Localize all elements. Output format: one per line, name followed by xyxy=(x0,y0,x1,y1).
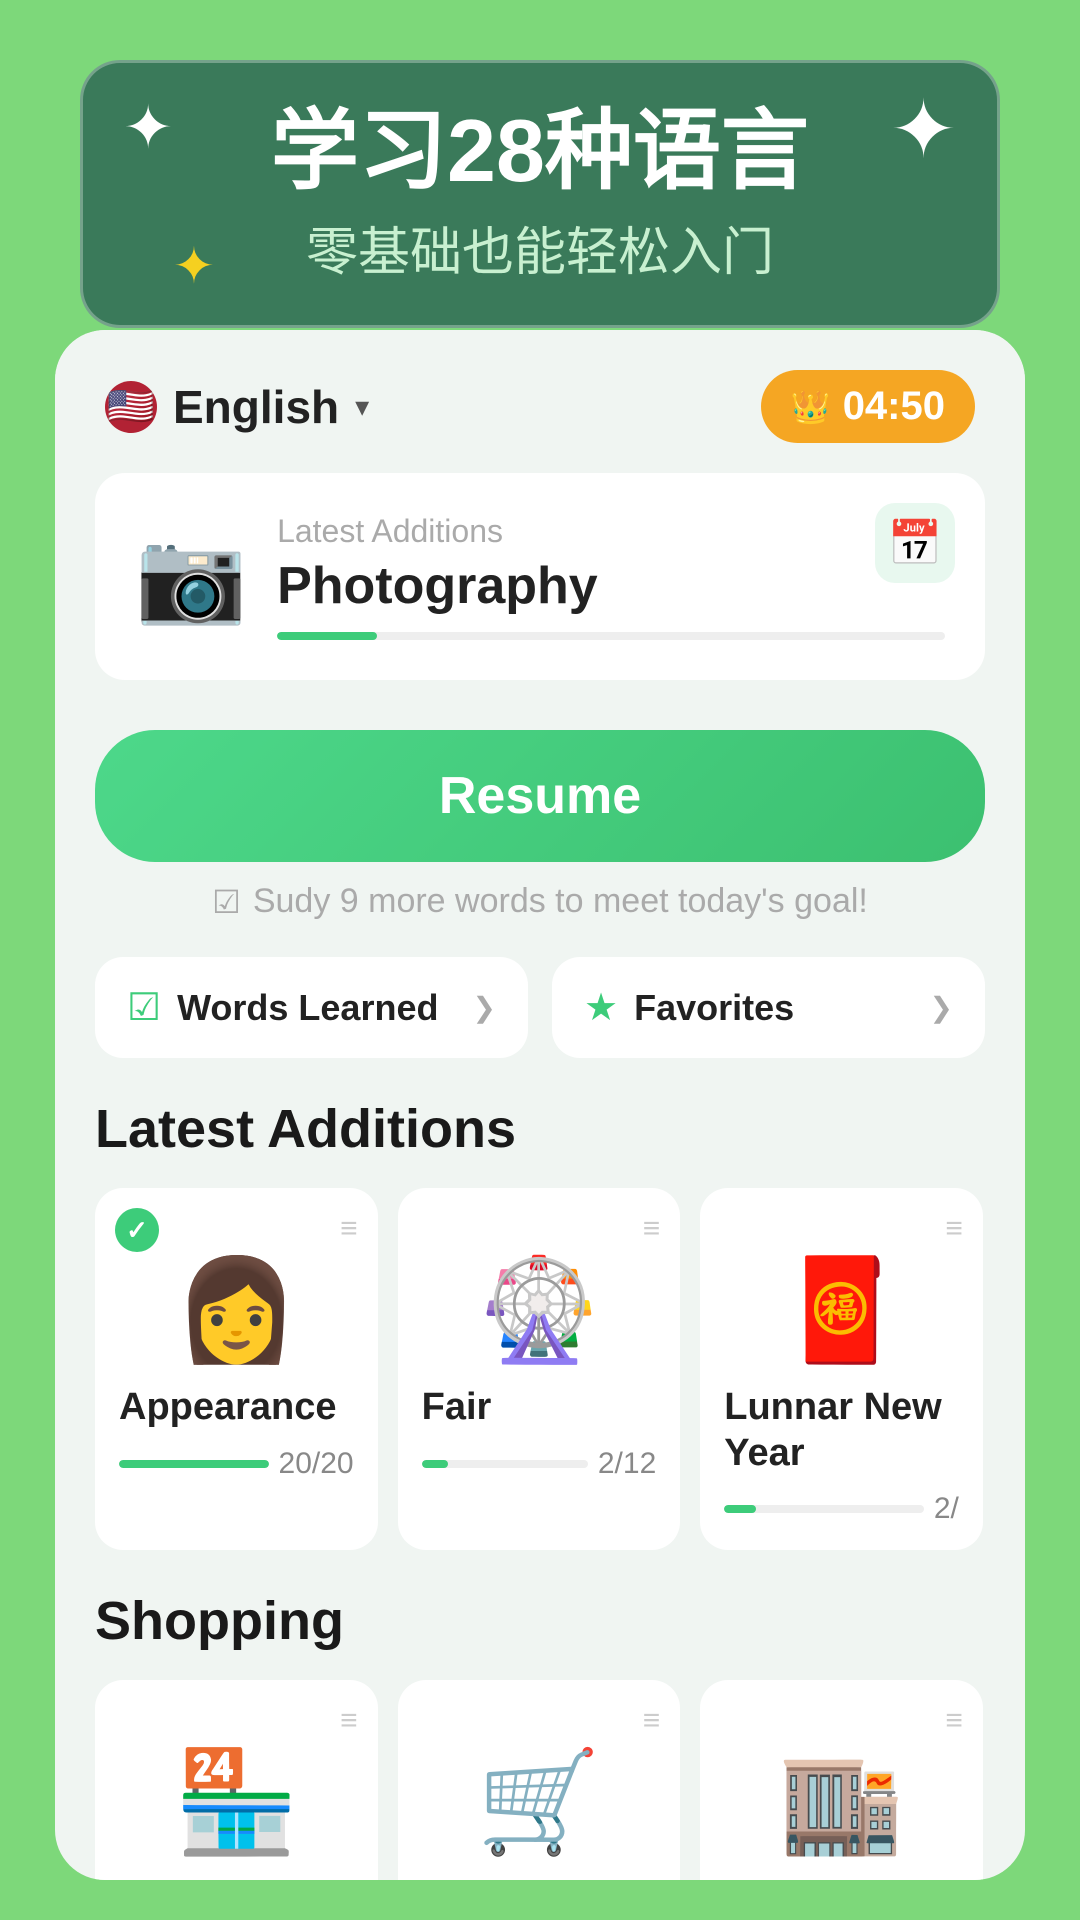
lunar-icon: 🧧 xyxy=(724,1252,959,1369)
shopping-grid: ≡ 🏪 Supermarket 2/12 ≡ 🛒 Shopping 2/12 xyxy=(95,1680,985,1880)
camera-icon: 📷 xyxy=(135,524,247,629)
lunar-progress: 2/ xyxy=(724,1492,959,1526)
checkmark-icon: ☑ xyxy=(127,985,161,1030)
latest-additions-grid: ✓ ≡ 👩 Appearance 20/20 ≡ 🎡 Fair 2/12 xyxy=(95,1188,985,1550)
shopping-icon: 🛒 xyxy=(422,1744,657,1861)
star-icon: ★ xyxy=(584,985,618,1030)
appearance-icon: 👩 xyxy=(119,1252,354,1369)
fair-name: Fair xyxy=(422,1385,657,1431)
shops-name: Shops xyxy=(724,1877,959,1880)
sparkle-yellow-icon: ✦ xyxy=(173,237,215,295)
banner-subtitle: 零基础也能轻松入门 xyxy=(143,210,937,285)
flag-icon: 🇺🇸 xyxy=(105,381,157,433)
category-card-appearance[interactable]: ✓ ≡ 👩 Appearance 20/20 xyxy=(95,1188,378,1550)
photo-progress-fill xyxy=(277,632,377,640)
language-name: English xyxy=(173,380,339,434)
appearance-name: Appearance xyxy=(119,1385,354,1431)
appearance-progress: 20/20 xyxy=(119,1447,354,1481)
category-card-fair[interactable]: ≡ 🎡 Fair 2/12 xyxy=(398,1188,681,1550)
app-header: 🇺🇸 English ▾ 👑 04:50 xyxy=(55,330,1025,473)
menu-icon-supermarket[interactable]: ≡ xyxy=(340,1704,358,1738)
supermarket-icon: 🏪 xyxy=(119,1744,354,1861)
menu-icon-appearance[interactable]: ≡ xyxy=(340,1212,358,1246)
quick-stats: ☑ Words Learned ❯ ★ Favorites ❯ xyxy=(95,957,985,1058)
fair-icon: 🎡 xyxy=(422,1252,657,1369)
arrow-right-icon: ❯ xyxy=(473,991,496,1024)
language-selector[interactable]: 🇺🇸 English ▾ xyxy=(105,380,369,434)
crown-icon: 👑 xyxy=(791,388,831,426)
resume-button[interactable]: Resume xyxy=(95,730,985,862)
main-card: 🇺🇸 English ▾ 👑 04:50 📷 Latest Additions … xyxy=(55,330,1025,1880)
appearance-count: 20/20 xyxy=(279,1447,354,1481)
photo-info: Latest Additions Photography xyxy=(277,513,945,640)
menu-icon-shops[interactable]: ≡ xyxy=(945,1704,963,1738)
supermarket-name: Supermarket xyxy=(119,1877,354,1880)
fair-count: 2/12 xyxy=(598,1447,656,1481)
category-card-supermarket[interactable]: ≡ 🏪 Supermarket 2/12 xyxy=(95,1680,378,1880)
check-icon-appearance: ✓ xyxy=(115,1208,159,1252)
favorites-label: Favorites xyxy=(634,987,913,1029)
timer-value: 04:50 xyxy=(843,384,945,429)
favorites-card[interactable]: ★ Favorites ❯ xyxy=(552,957,985,1058)
photo-title: Photography xyxy=(277,556,945,616)
sparkle-icon-tr: ✦ xyxy=(890,83,957,176)
goal-text: ☑ Sudy 9 more words to meet today's goal… xyxy=(95,882,985,921)
photography-card: 📷 Latest Additions Photography 📅 xyxy=(95,473,985,680)
top-banner: ✦ ✦ ✦ 学习28种语言 零基础也能轻松入门 xyxy=(80,60,1000,328)
category-card-shopping[interactable]: ≡ 🛒 Shopping 2/12 xyxy=(398,1680,681,1880)
shops-icon: 🏬 xyxy=(724,1744,959,1861)
latest-additions-label: Latest Additions xyxy=(277,513,945,550)
shopping-name: Shopping xyxy=(422,1877,657,1880)
menu-icon-lunar[interactable]: ≡ xyxy=(945,1212,963,1246)
banner-title: 学习28种语言 xyxy=(143,103,937,200)
category-card-shops[interactable]: ≡ 🏬 Shops xyxy=(700,1680,983,1880)
photo-progress-bar xyxy=(277,632,945,640)
menu-icon-fair[interactable]: ≡ xyxy=(643,1212,661,1246)
chevron-down-icon: ▾ xyxy=(355,390,369,423)
menu-icon-shopping[interactable]: ≡ xyxy=(643,1704,661,1738)
content-area: 📷 Latest Additions Photography 📅 Resume … xyxy=(55,473,1025,1880)
category-card-lunar[interactable]: ≡ 🧧 Lunnar New Year 2/ xyxy=(700,1188,983,1550)
sparkle-icon-tl: ✦ xyxy=(123,93,173,163)
words-learned-label: Words Learned xyxy=(177,987,456,1029)
goal-icon: ☑ xyxy=(212,883,241,921)
calendar-icon-button[interactable]: 📅 xyxy=(875,503,955,583)
timer-badge[interactable]: 👑 04:50 xyxy=(761,370,975,443)
arrow-right-icon-2: ❯ xyxy=(930,991,953,1024)
lunar-name: Lunnar New Year xyxy=(724,1385,959,1476)
words-learned-card[interactable]: ☑ Words Learned ❯ xyxy=(95,957,528,1058)
latest-additions-section-title: Latest Additions xyxy=(95,1098,985,1160)
lunar-count: 2/ xyxy=(934,1492,959,1526)
shopping-section-title: Shopping xyxy=(95,1590,985,1652)
fair-progress: 2/12 xyxy=(422,1447,657,1481)
